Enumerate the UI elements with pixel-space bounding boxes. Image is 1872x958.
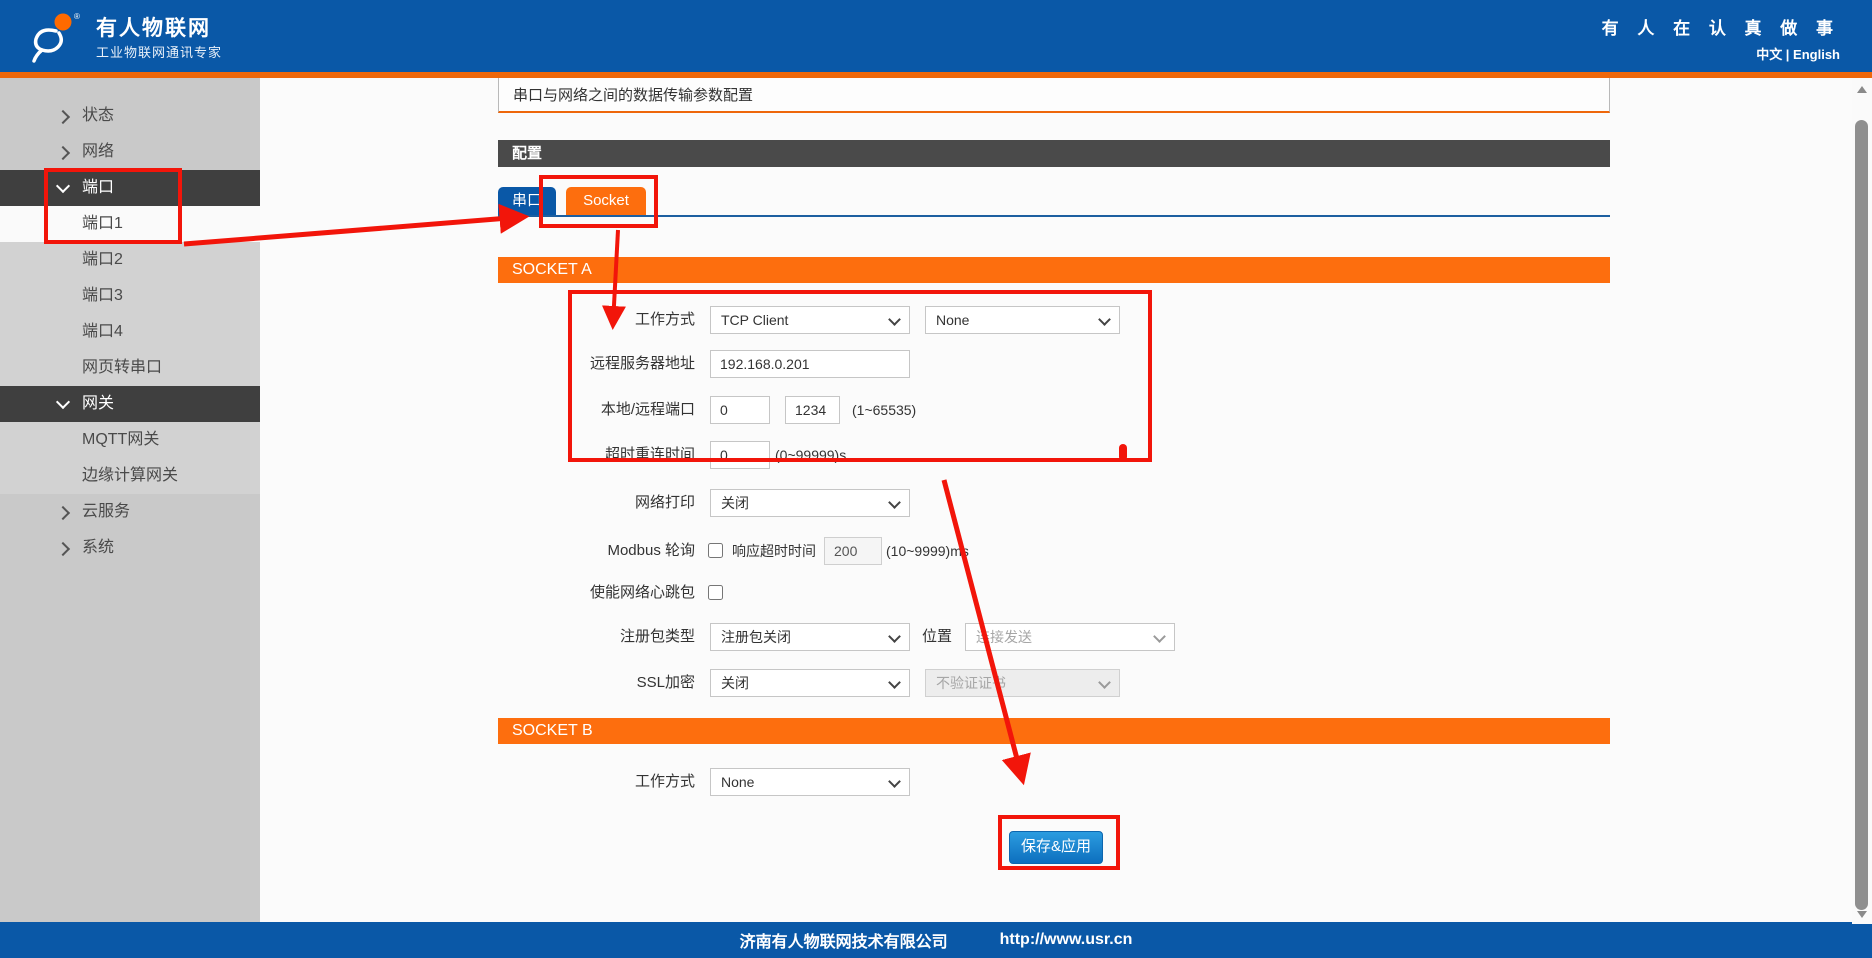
usr-logo-icon: ® <box>26 9 82 63</box>
ssl-select[interactable]: 关闭 <box>710 669 910 697</box>
tab-socket[interactable]: Socket <box>566 187 646 215</box>
row-socket-b-work-mode: 工作方式 None <box>498 768 1610 796</box>
row-net-print: 网络打印 关闭 <box>498 489 1610 517</box>
chevron-down-icon <box>1098 313 1111 326</box>
socket-b-work-mode-select[interactable]: None <box>710 768 910 796</box>
socket-a-section-title: SOCKET A <box>498 257 1610 283</box>
modbus-poll-label: Modbus 轮询 <box>498 537 695 565</box>
tab-serial[interactable]: 串口 <box>498 187 556 215</box>
row-reconnect: 超时重连时间 (0~99999)s <box>498 441 1610 469</box>
chevron-right-icon <box>56 110 70 124</box>
remote-addr-label: 远程服务器地址 <box>498 350 695 378</box>
heartbeat-checkbox[interactable] <box>708 585 723 600</box>
heartbeat-label: 使能网络心跳包 <box>498 579 695 607</box>
row-ports: 本地/远程端口 (1~65535) <box>498 396 1610 424</box>
scrollbar-up-arrow[interactable] <box>1857 86 1867 93</box>
chevron-down-icon <box>1153 630 1166 643</box>
sidebar-nav: 状态 网络 端口 端口1 端口2 端口3 端口4 网页转串口 网关 MQTT网关… <box>0 78 260 924</box>
ports-range-hint: (1~65535) <box>852 396 916 424</box>
footer-bar: 济南有人物联网技术有限公司 http://www.usr.cn <box>0 922 1872 958</box>
chevron-down-icon <box>1098 676 1111 689</box>
sidebar-item-port1[interactable]: 端口1 <box>0 206 260 242</box>
chevron-right-icon <box>56 542 70 556</box>
row-modbus-poll: Modbus 轮询 响应超时时间 (10~9999)ms <box>498 537 1610 565</box>
brand-title: 有人物联网 <box>96 12 211 42</box>
sidebar-item-mqtt-gateway[interactable]: MQTT网关 <box>0 422 260 458</box>
regpkt-pos-select[interactable]: 连接发送 <box>965 623 1175 651</box>
config-section-title: 配置 <box>498 140 1610 167</box>
regpkt-type-select[interactable]: 注册包关闭 <box>710 623 910 651</box>
chevron-down-icon <box>888 775 901 788</box>
ssl-cert-select[interactable]: 不验证证书 <box>925 669 1120 697</box>
work-mode-secondary-select[interactable]: None <box>925 306 1120 334</box>
scrollbar-thumb[interactable] <box>1855 120 1868 910</box>
modbus-range-hint: (10~9999)ms <box>886 537 969 565</box>
chevron-down-icon <box>56 179 70 193</box>
scrollbar-down-arrow[interactable] <box>1857 911 1867 918</box>
modbus-timeout-label: 响应超时时间 <box>732 537 816 565</box>
row-heartbeat: 使能网络心跳包 <box>498 579 1610 607</box>
sidebar-item-network[interactable]: 网络 <box>0 134 260 170</box>
sidebar-item-status[interactable]: 状态 <box>0 98 260 134</box>
chevron-down-icon <box>888 313 901 326</box>
socket-b-work-mode-label: 工作方式 <box>498 768 695 796</box>
regpkt-pos-label: 位置 <box>922 623 952 651</box>
sidebar-item-web-to-serial[interactable]: 网页转串口 <box>0 350 260 386</box>
reconnect-label: 超时重连时间 <box>498 441 695 469</box>
footer-url[interactable]: http://www.usr.cn <box>1000 931 1133 949</box>
reconnect-input[interactable] <box>710 441 770 469</box>
sidebar-item-gateway[interactable]: 网关 <box>0 386 260 422</box>
regpkt-label: 注册包类型 <box>498 623 695 651</box>
sidebar-item-port[interactable]: 端口 <box>0 170 260 206</box>
sidebar-item-port2[interactable]: 端口2 <box>0 242 260 278</box>
page-description: 串口与网络之间的数据传输参数配置 <box>498 78 1610 113</box>
remote-port-input[interactable] <box>785 396 840 424</box>
modbus-poll-checkbox[interactable] <box>708 543 723 558</box>
sidebar-item-system[interactable]: 系统 <box>0 530 260 566</box>
header-slogan: 有 人 在 认 真 做 事 <box>1602 14 1840 39</box>
footer-company: 济南有人物联网技术有限公司 <box>740 928 948 952</box>
row-regpkt: 注册包类型 注册包关闭 位置 连接发送 <box>498 623 1610 651</box>
net-print-select[interactable]: 关闭 <box>710 489 910 517</box>
socket-b-section-title: SOCKET B <box>498 718 1610 744</box>
chevron-down-icon <box>888 496 901 509</box>
reconnect-range-hint: (0~99999)s <box>775 441 846 469</box>
modbus-timeout-input[interactable] <box>824 537 882 565</box>
brand-subtitle: 工业物联网通讯专家 <box>96 42 222 61</box>
net-print-label: 网络打印 <box>498 489 695 517</box>
chevron-right-icon <box>56 506 70 520</box>
chevron-right-icon <box>56 146 70 160</box>
tab-underline <box>498 215 1610 217</box>
svg-text:®: ® <box>74 12 80 21</box>
ssl-label: SSL加密 <box>498 669 695 697</box>
language-switcher[interactable]: 中文 | English <box>1756 44 1840 63</box>
sidebar-item-port3[interactable]: 端口3 <box>0 278 260 314</box>
work-mode-select[interactable]: TCP Client <box>710 306 910 334</box>
row-work-mode: 工作方式 TCP Client None <box>498 306 1610 334</box>
sidebar-item-edge-gateway[interactable]: 边缘计算网关 <box>0 458 260 494</box>
chevron-down-icon <box>888 630 901 643</box>
remote-addr-input[interactable] <box>710 350 910 378</box>
sidebar-item-cloud[interactable]: 云服务 <box>0 494 260 530</box>
chevron-down-icon <box>888 676 901 689</box>
chevron-down-icon <box>56 395 70 409</box>
local-port-input[interactable] <box>710 396 770 424</box>
header-bar: ® 有人物联网 工业物联网通讯专家 有 人 在 认 真 做 事 中文 | Eng… <box>0 0 1872 72</box>
sidebar-item-port4[interactable]: 端口4 <box>0 314 260 350</box>
row-remote-addr: 远程服务器地址 <box>498 350 1610 378</box>
ports-label: 本地/远程端口 <box>498 396 695 424</box>
row-ssl: SSL加密 关闭 不验证证书 <box>498 669 1610 697</box>
save-apply-button[interactable]: 保存&应用 <box>1009 831 1103 864</box>
work-mode-label: 工作方式 <box>498 306 695 334</box>
